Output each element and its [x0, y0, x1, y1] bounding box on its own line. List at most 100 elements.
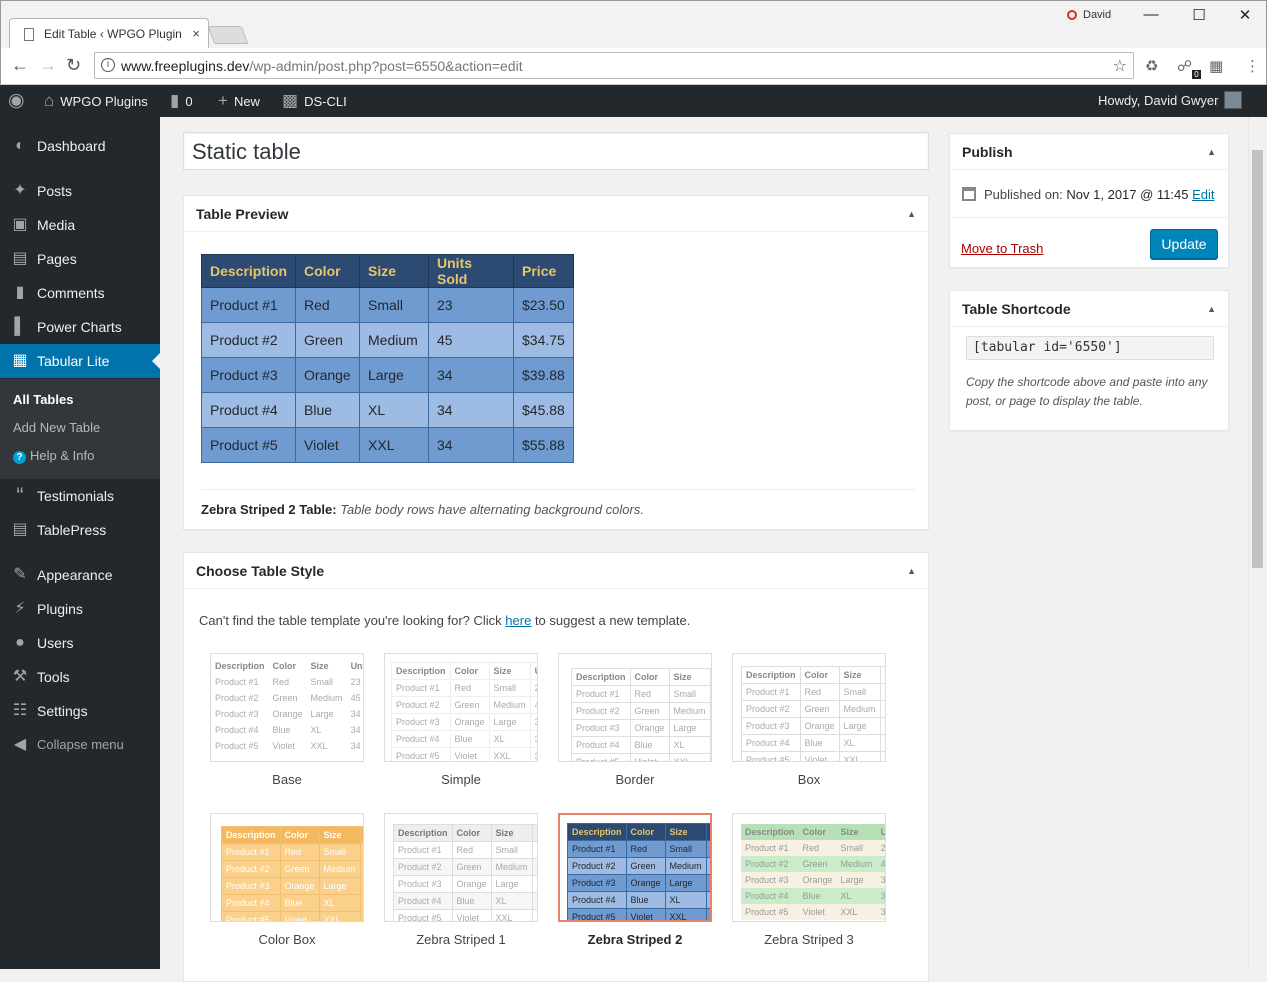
- template-thumbnail[interactable]: DescriptionColorSizeUni Product #1RedSmal…: [732, 813, 886, 922]
- new-tab-button[interactable]: [207, 26, 249, 44]
- new-content-link[interactable]: + New: [218, 85, 260, 117]
- template-cell: Small: [836, 840, 877, 856]
- template-cell: XL: [838, 734, 881, 752]
- submenu-all-tables[interactable]: All Tables: [13, 392, 73, 407]
- choose-style-header[interactable]: Choose Table Style ▲: [184, 553, 928, 589]
- url-bar[interactable]: i www.freeplugins.dev/wp-admin/post.php?…: [94, 52, 1134, 79]
- window-close-button[interactable]: ✕: [1227, 6, 1263, 26]
- menu-settings[interactable]: ☷ Settings: [0, 694, 160, 728]
- template-simple[interactable]: DescriptionColorSizeUni Product #1RedSmal…: [384, 653, 538, 787]
- template-box[interactable]: DescriptionColorSizeUni Product #1RedSmal…: [732, 653, 886, 787]
- home-icon: ⌂: [44, 91, 55, 110]
- maximize-button[interactable]: ☐: [1181, 6, 1217, 26]
- menu-tablepress[interactable]: ▤ TablePress: [0, 513, 160, 547]
- edit-date-link[interactable]: Edit: [1192, 187, 1214, 202]
- suggest-template-link[interactable]: here: [505, 613, 531, 628]
- template-header-cell: Color: [798, 824, 837, 840]
- template-cell: Violet: [798, 904, 837, 920]
- publish-header[interactable]: Publish ▲: [950, 134, 1228, 170]
- extension-icon[interactable]: ▦: [1209, 57, 1223, 75]
- template-cell: 34: [529, 730, 537, 748]
- menu-tabular-lite[interactable]: ▦ Tabular Lite: [0, 344, 160, 378]
- update-button[interactable]: Update: [1150, 229, 1218, 259]
- collapse-arrow-icon[interactable]: ▲: [1207, 291, 1216, 327]
- template-base[interactable]: Description Color Size Uni Product #1 Red Smal…: [210, 653, 364, 787]
- back-icon[interactable]: ←: [11, 55, 29, 76]
- menu-media[interactable]: ▣ Media: [0, 208, 160, 242]
- template-cell: Medium: [836, 856, 877, 872]
- template-cell: Product #1: [211, 674, 269, 690]
- template-cell: Blue: [625, 891, 666, 909]
- site-name-link[interactable]: ⌂ WPGO Plugins: [44, 85, 148, 117]
- menu-dashboard[interactable]: ◐ Dashboard: [0, 129, 160, 163]
- template-cell: XL: [664, 891, 707, 909]
- template-color-box[interactable]: DescriptionColorSizeUni Product #1RedSmal…: [210, 813, 364, 947]
- dscli-link[interactable]: ▩ DS-CLI: [282, 85, 347, 117]
- template-cell: Product #2: [393, 858, 453, 876]
- template-cell: 34: [359, 894, 363, 912]
- scrollbar-thumb[interactable]: [1252, 150, 1263, 568]
- page-scrollbar[interactable]: [1248, 117, 1266, 969]
- info-icon[interactable]: i: [101, 58, 115, 72]
- template-thumbnail[interactable]: DescriptionColorSizeUni Product #1RedSmal…: [558, 813, 712, 922]
- comments-link[interactable]: ▮ 0: [170, 85, 193, 117]
- template-thumbnail[interactable]: DescriptionColorSizeUni Product #1RedSmal…: [384, 813, 538, 922]
- menu-plugins[interactable]: ⚡ Plugins: [0, 592, 160, 626]
- link-extension-icon[interactable]: ☍ 0: [1177, 57, 1201, 79]
- template-border[interactable]: DescriptionColorSizeUni Product #1RedSmal…: [558, 653, 712, 787]
- template-thumbnail[interactable]: DescriptionColorSizeUni Product #1RedSmal…: [210, 813, 364, 922]
- bookmark-star-icon[interactable]: ☆: [1113, 56, 1127, 76]
- account-menu[interactable]: Howdy, David Gwyer: [1098, 85, 1243, 117]
- template-cell: 45: [879, 700, 885, 718]
- browser-tab[interactable]: Edit Table ‹ WPGO Plugin ×: [9, 18, 209, 49]
- collapse-arrow-icon[interactable]: ▲: [1207, 134, 1216, 170]
- reload-icon[interactable]: ↻: [66, 55, 81, 76]
- minimize-button[interactable]: —: [1133, 6, 1169, 26]
- recycle-extension-icon[interactable]: ♻: [1145, 57, 1158, 75]
- template-cell: Medium: [490, 858, 533, 876]
- template-thumbnail[interactable]: DescriptionColorSizeUni Product #1RedSmal…: [558, 653, 712, 762]
- template-cell: Product #5: [211, 738, 269, 754]
- template-cell: 45: [346, 690, 363, 706]
- table-preview-box: Table Preview ▲ Description Color Size Units…: [183, 195, 929, 530]
- menu-appearance[interactable]: ✎ Appearance: [0, 558, 160, 592]
- profile-button[interactable]: David: [1067, 9, 1111, 21]
- menu-tools[interactable]: ⚒ Tools: [0, 660, 160, 694]
- template-cell: 34: [359, 877, 363, 895]
- template-thumbnail[interactable]: DescriptionColorSizeUni Product #1RedSmal…: [210, 653, 364, 762]
- collapse-arrow-icon[interactable]: ▲: [907, 553, 916, 589]
- post-title-input[interactable]: Static table: [183, 132, 929, 170]
- collapse-arrow-icon[interactable]: ▲: [907, 196, 916, 232]
- move-to-trash-link[interactable]: Move to Trash: [961, 241, 1043, 256]
- menu-power-charts[interactable]: ▌ Power Charts: [0, 310, 160, 344]
- template-cell: Small: [668, 685, 711, 703]
- menu-collapse[interactable]: ◀ Collapse menu: [0, 728, 160, 762]
- menu-dots-icon[interactable]: ⋮: [1245, 57, 1260, 75]
- template-thumbnail[interactable]: DescriptionColorSizeUni Product #1RedSmal…: [384, 653, 538, 762]
- menu-comments[interactable]: ▮ Comments: [0, 276, 160, 310]
- template-cell: Product #3: [741, 872, 799, 888]
- wordpress-logo-icon[interactable]: ◉: [8, 85, 31, 117]
- menu-posts[interactable]: ✦ Posts: [0, 174, 160, 208]
- submenu-add-new-table[interactable]: Add New Table: [13, 420, 100, 435]
- template-cell: 34: [876, 888, 885, 904]
- submenu-help-info[interactable]: ? Help & Info: [13, 448, 94, 464]
- template-cell: Large: [838, 717, 881, 735]
- template-cell: Small: [306, 674, 347, 690]
- template-zebra-striped-2[interactable]: DescriptionColorSizeUni Product #1RedSmal…: [558, 813, 712, 947]
- preview-column-header: Color: [295, 254, 361, 288]
- menu-pages[interactable]: ▤ Pages: [0, 242, 160, 276]
- template-zebra-striped-3[interactable]: DescriptionColorSizeUni Product #1RedSmal…: [732, 813, 886, 947]
- template-thumbnail[interactable]: DescriptionColorSizeUni Product #1RedSmal…: [732, 653, 886, 762]
- template-zebra-striped-1[interactable]: DescriptionColorSizeUni Product #1RedSmal…: [384, 813, 538, 947]
- template-header-cell: Description: [391, 662, 451, 680]
- template-label: Border: [615, 772, 655, 787]
- menu-users[interactable]: ● Users: [0, 626, 160, 660]
- template-cell: Blue: [451, 892, 492, 910]
- close-icon[interactable]: ×: [192, 26, 200, 41]
- table-preview-header[interactable]: Table Preview ▲: [184, 196, 928, 232]
- shortcode-input[interactable]: [tabular id='6550']: [966, 336, 1214, 360]
- forward-icon[interactable]: →: [39, 55, 57, 76]
- shortcode-header[interactable]: Table Shortcode ▲: [950, 291, 1228, 327]
- menu-testimonials[interactable]: “Testimonials: [0, 479, 160, 513]
